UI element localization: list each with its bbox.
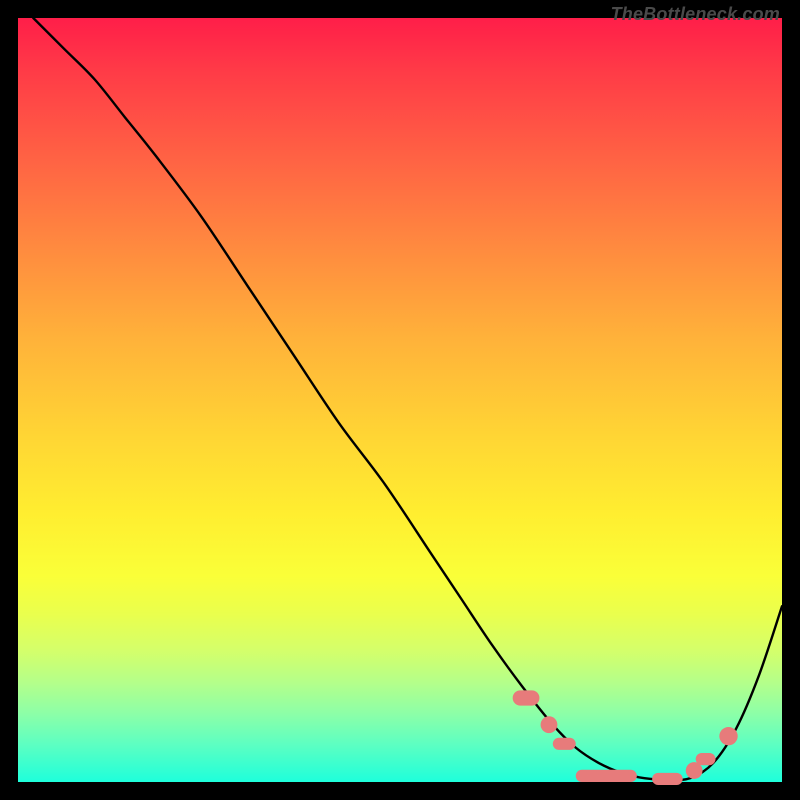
marker-dot <box>541 716 558 733</box>
marker-pill <box>576 770 637 782</box>
curve-line <box>33 18 782 780</box>
chart-svg <box>18 18 782 782</box>
marker-pill <box>652 773 683 785</box>
marker-pill <box>696 753 716 765</box>
marker-pill <box>553 738 576 750</box>
marker-pill <box>513 690 540 705</box>
marker-dot <box>719 727 737 745</box>
chart-frame: TheBottleneck.com <box>0 0 800 800</box>
